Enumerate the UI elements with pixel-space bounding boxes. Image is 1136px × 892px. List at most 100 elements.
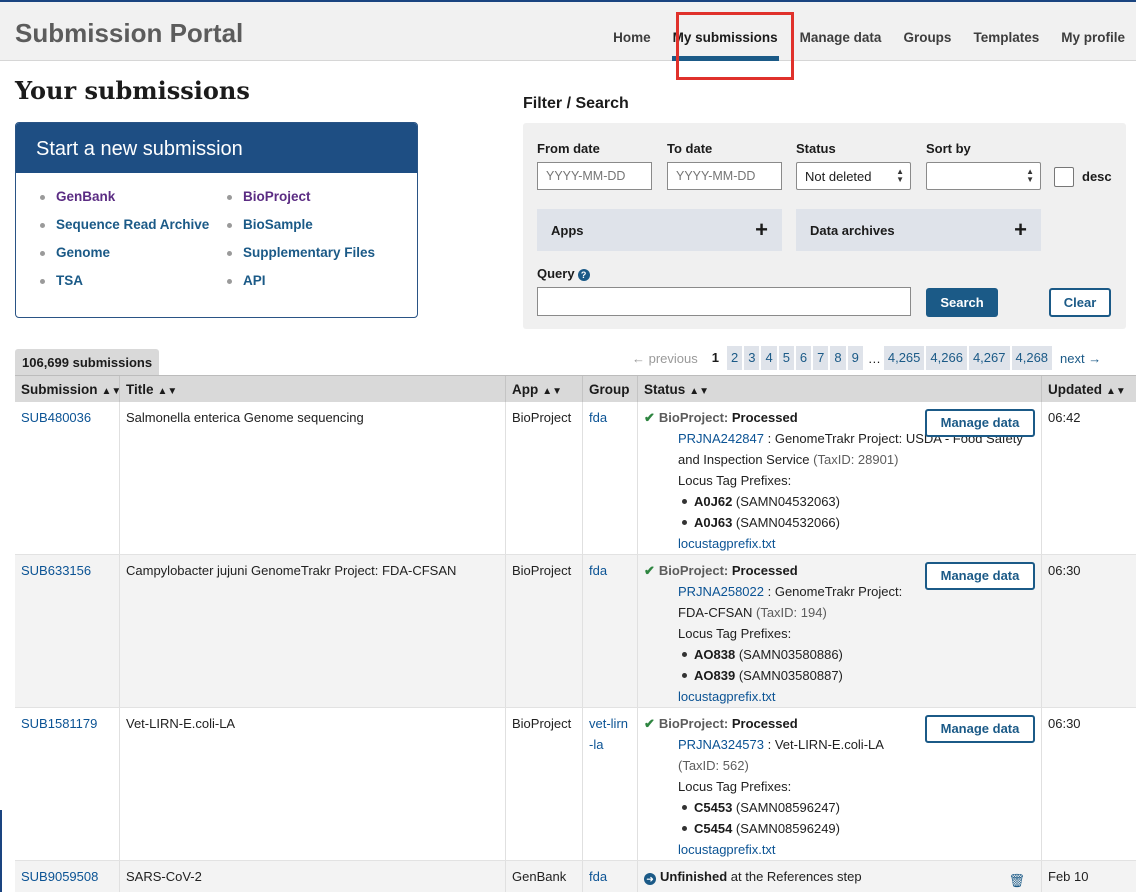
pager-page[interactable]: 4,267 [968, 346, 1010, 370]
link-biosample[interactable]: BioSample [243, 217, 313, 232]
pager-previous: ← previous [632, 350, 698, 366]
pager-current: 1 [711, 350, 719, 365]
list-item: GenBank [36, 189, 209, 217]
manage-data-button[interactable]: Manage data [925, 562, 1035, 590]
brand-title[interactable]: Submission Portal [15, 18, 243, 49]
col-group: Group [582, 376, 637, 403]
clear-button[interactable]: Clear [1049, 288, 1111, 317]
desc-checkbox[interactable] [1054, 167, 1074, 187]
col-title[interactable]: Title ▲▼ [119, 376, 505, 403]
cell-submission: SUB633156 [15, 555, 119, 707]
submission-count: 106,699 submissions [15, 349, 160, 375]
file-link[interactable]: locustagprefix.txt [678, 536, 776, 551]
submission-link[interactable]: SUB1581179 [21, 716, 97, 731]
pager-page[interactable]: 5 [778, 346, 794, 370]
pager-page[interactable]: 9 [847, 346, 863, 370]
submission-link[interactable]: SUB9059508 [21, 869, 98, 884]
col-app[interactable]: App ▲▼ [505, 376, 582, 403]
status-label: BioProject: [658, 716, 729, 731]
sort-icon: ▲▼ [689, 386, 710, 397]
data-archives-label: Data archives [810, 223, 895, 238]
to-date-label: To date [667, 141, 713, 156]
pager-page[interactable]: 4,268 [1011, 346, 1053, 370]
submission-link[interactable]: SUB480036 [21, 410, 91, 425]
search-button[interactable]: Search [926, 288, 998, 317]
link-genbank[interactable]: GenBank [56, 189, 115, 204]
file-link[interactable]: locustagprefix.txt [678, 842, 776, 857]
prefix-list: C5453 (SAMN08596247) C5454 (SAMN08596249… [644, 797, 1035, 839]
prefix-tag: AO839 [694, 668, 736, 683]
cell-group: fda [582, 555, 637, 707]
accession-link[interactable]: PRJNA258022 [678, 584, 764, 599]
cell-submission: SUB480036 [15, 402, 119, 554]
plus-icon: + [1014, 217, 1027, 242]
taxid: (TaxID: 562) [678, 758, 749, 773]
group-link[interactable]: fda [589, 869, 607, 884]
cell-title: Campylobacter jujuni GenomeTrakr Project… [119, 555, 505, 707]
file-link[interactable]: locustagprefix.txt [678, 689, 776, 704]
accession-link[interactable]: PRJNA242847 [678, 431, 764, 446]
link-api[interactable]: API [243, 273, 266, 288]
col-updated[interactable]: Updated ▲▼ [1041, 376, 1136, 403]
nav-manage-data[interactable]: Manage data [789, 2, 893, 61]
nav-groups[interactable]: Groups [892, 2, 962, 61]
new-submission-list-1: GenBank Sequence Read Archive Genome TSA [36, 189, 209, 301]
list-item: Genome [36, 245, 209, 273]
col-status[interactable]: Status ▲▼ [637, 376, 1041, 403]
nav-home[interactable]: Home [602, 2, 662, 61]
list-item: A0J63 (SAMN04532066) [678, 512, 1035, 533]
link-bioproject[interactable]: BioProject [243, 189, 311, 204]
from-date-input[interactable] [537, 162, 652, 190]
plus-icon: + [755, 217, 768, 242]
col-updated-label: Updated [1048, 382, 1102, 397]
col-submission[interactable]: Submission ▲▼ [15, 376, 121, 403]
group-link[interactable]: fda [589, 563, 607, 578]
status-label: BioProject: [658, 410, 729, 425]
to-date-input[interactable] [667, 162, 782, 190]
pager-page[interactable]: 3 [744, 346, 760, 370]
pager-page[interactable]: 4 [761, 346, 777, 370]
taxid: (TaxID: 28901) [809, 452, 899, 467]
pager-next[interactable]: next → [1060, 351, 1101, 366]
status-select[interactable]: Not deleted ▲ ▼ [796, 162, 911, 190]
status-label: BioProject: [658, 563, 729, 578]
apps-accordion[interactable]: Apps + [537, 209, 782, 251]
pager-page[interactable]: 2 [726, 346, 743, 370]
col-submission-label: Submission [21, 382, 98, 397]
accession-link[interactable]: PRJNA324573 [678, 737, 764, 752]
col-group-label: Group [589, 382, 630, 397]
pager-page[interactable]: 4,266 [926, 346, 967, 370]
help-icon[interactable]: ? [577, 268, 590, 281]
accession-desc: : Vet-LIRN-E.coli-LA [764, 737, 884, 752]
manage-data-button[interactable]: Manage data [925, 409, 1035, 437]
cell-updated: 06:42 [1041, 402, 1136, 554]
file-line: locustagprefix.txt [644, 686, 1035, 707]
query-input[interactable] [537, 287, 911, 316]
list-item: TSA [36, 273, 209, 301]
col-app-label: App [512, 382, 539, 397]
cell-group: fda [582, 402, 637, 554]
group-link[interactable]: vet-lirn-la [589, 713, 629, 755]
sort-by-select[interactable]: ▲ ▼ [926, 162, 1041, 190]
link-sra[interactable]: Sequence Read Archive [56, 217, 209, 232]
list-item: A0J62 (SAMN04532063) [678, 491, 1035, 512]
manage-data-button[interactable]: Manage data [925, 715, 1035, 743]
cell-app: BioProject [505, 708, 582, 860]
pager-page[interactable]: 7 [813, 346, 829, 370]
link-tsa[interactable]: TSA [56, 273, 83, 288]
group-link[interactable]: fda [589, 410, 607, 425]
nav-templates[interactable]: Templates [962, 2, 1050, 61]
trash-icon[interactable]: 🗑 [1008, 870, 1025, 891]
data-archives-accordion[interactable]: Data archives + [796, 209, 1041, 251]
link-supplementary-files[interactable]: Supplementary Files [243, 245, 375, 260]
cell-title: Vet-LIRN-E.coli-LA [119, 708, 505, 860]
sort-icon: ▲▼ [542, 386, 563, 397]
pager-page[interactable]: 8 [830, 346, 846, 370]
desc-label: desc [1082, 169, 1112, 184]
col-status-label: Status [644, 382, 686, 397]
pager-page[interactable]: 6 [795, 346, 812, 370]
link-genome[interactable]: Genome [56, 245, 110, 260]
pager-page[interactable]: 4,265 [883, 346, 925, 370]
nav-my-profile[interactable]: My profile [1050, 2, 1136, 61]
submission-link[interactable]: SUB633156 [21, 563, 91, 578]
